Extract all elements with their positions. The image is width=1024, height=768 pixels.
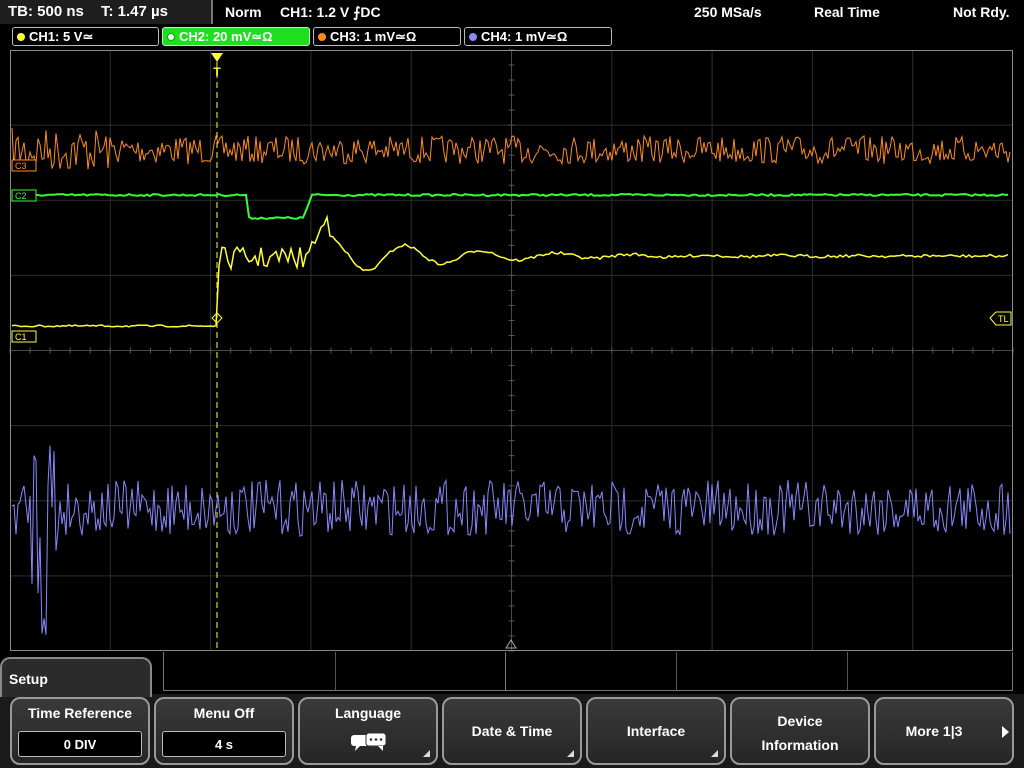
more-label: More 1|3 — [905, 723, 963, 739]
info-panel — [163, 652, 1013, 691]
menu-off-label: Menu Off — [193, 705, 255, 721]
interface-label: Interface — [626, 723, 686, 739]
date-time-label: Date & Time — [471, 723, 553, 739]
device-information-button[interactable]: Device Information — [730, 697, 870, 765]
more-button[interactable]: More 1|3 — [874, 697, 1014, 765]
time-reference-label: Time Reference — [27, 705, 132, 721]
menu-off-value: 4 s — [162, 731, 286, 757]
device-information-label: Device — [777, 713, 823, 729]
graticule-frame — [10, 50, 1013, 651]
menu-title: Setup — [9, 671, 48, 687]
date-time-button[interactable]: Date & Time — [442, 697, 582, 765]
submenu-corner-icon — [711, 750, 718, 757]
language-label: Language — [334, 705, 402, 721]
menu-title-tab: Setup — [0, 657, 152, 697]
time-reference-button[interactable]: Time Reference 0 DIV — [10, 697, 150, 765]
arrow-right-icon — [1002, 726, 1009, 738]
submenu-corner-icon — [423, 750, 430, 757]
interface-button[interactable]: Interface — [586, 697, 726, 765]
language-button[interactable]: Language — [298, 697, 438, 765]
speech-bubbles-icon — [351, 732, 387, 751]
time-reference-value: 0 DIV — [18, 731, 142, 757]
menu-off-button[interactable]: Menu Off 4 s — [154, 697, 294, 765]
device-information-label-2: Information — [761, 737, 839, 753]
submenu-corner-icon — [567, 750, 574, 757]
